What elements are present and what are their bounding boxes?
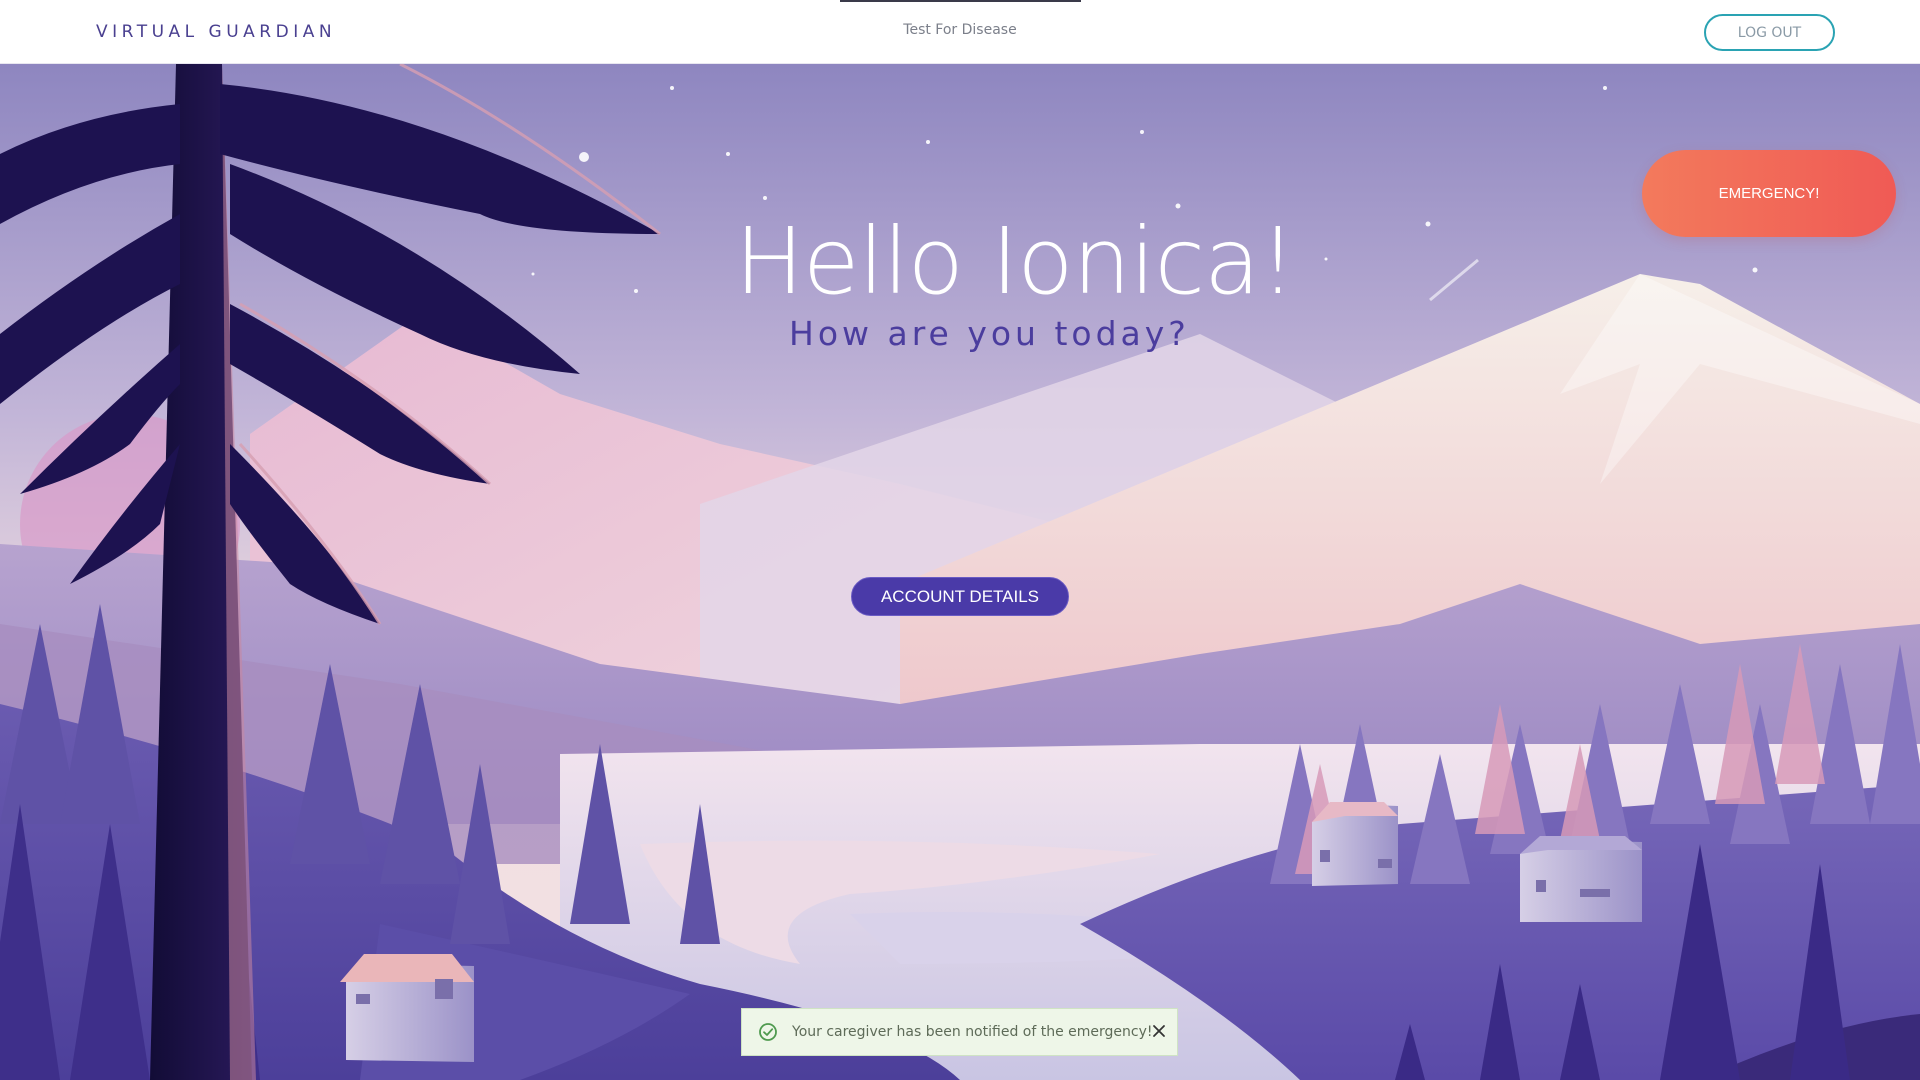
greeting-title: Hello Ionica! (734, 208, 1297, 315)
brand-logo[interactable]: VIRTUAL GUARDIAN (96, 22, 336, 42)
nav-link-label[interactable]: Test For Disease (903, 22, 1016, 38)
logout-button[interactable]: LOG OUT (1704, 14, 1835, 51)
top-nav-bar: VIRTUAL GUARDIAN Test For Disease LOG OU… (0, 0, 1920, 64)
success-toast: Your caregiver has been notified of the … (741, 1008, 1178, 1056)
toast-message: Your caregiver has been notified of the … (792, 1024, 1153, 1040)
greeting-subtitle: How are you today? (789, 314, 1190, 353)
account-details-button[interactable]: ACCOUNT DETAILS (851, 577, 1069, 616)
active-nav-indicator (840, 0, 1081, 2)
close-icon[interactable] (1149, 1021, 1169, 1041)
check-circle-icon (759, 1023, 777, 1041)
